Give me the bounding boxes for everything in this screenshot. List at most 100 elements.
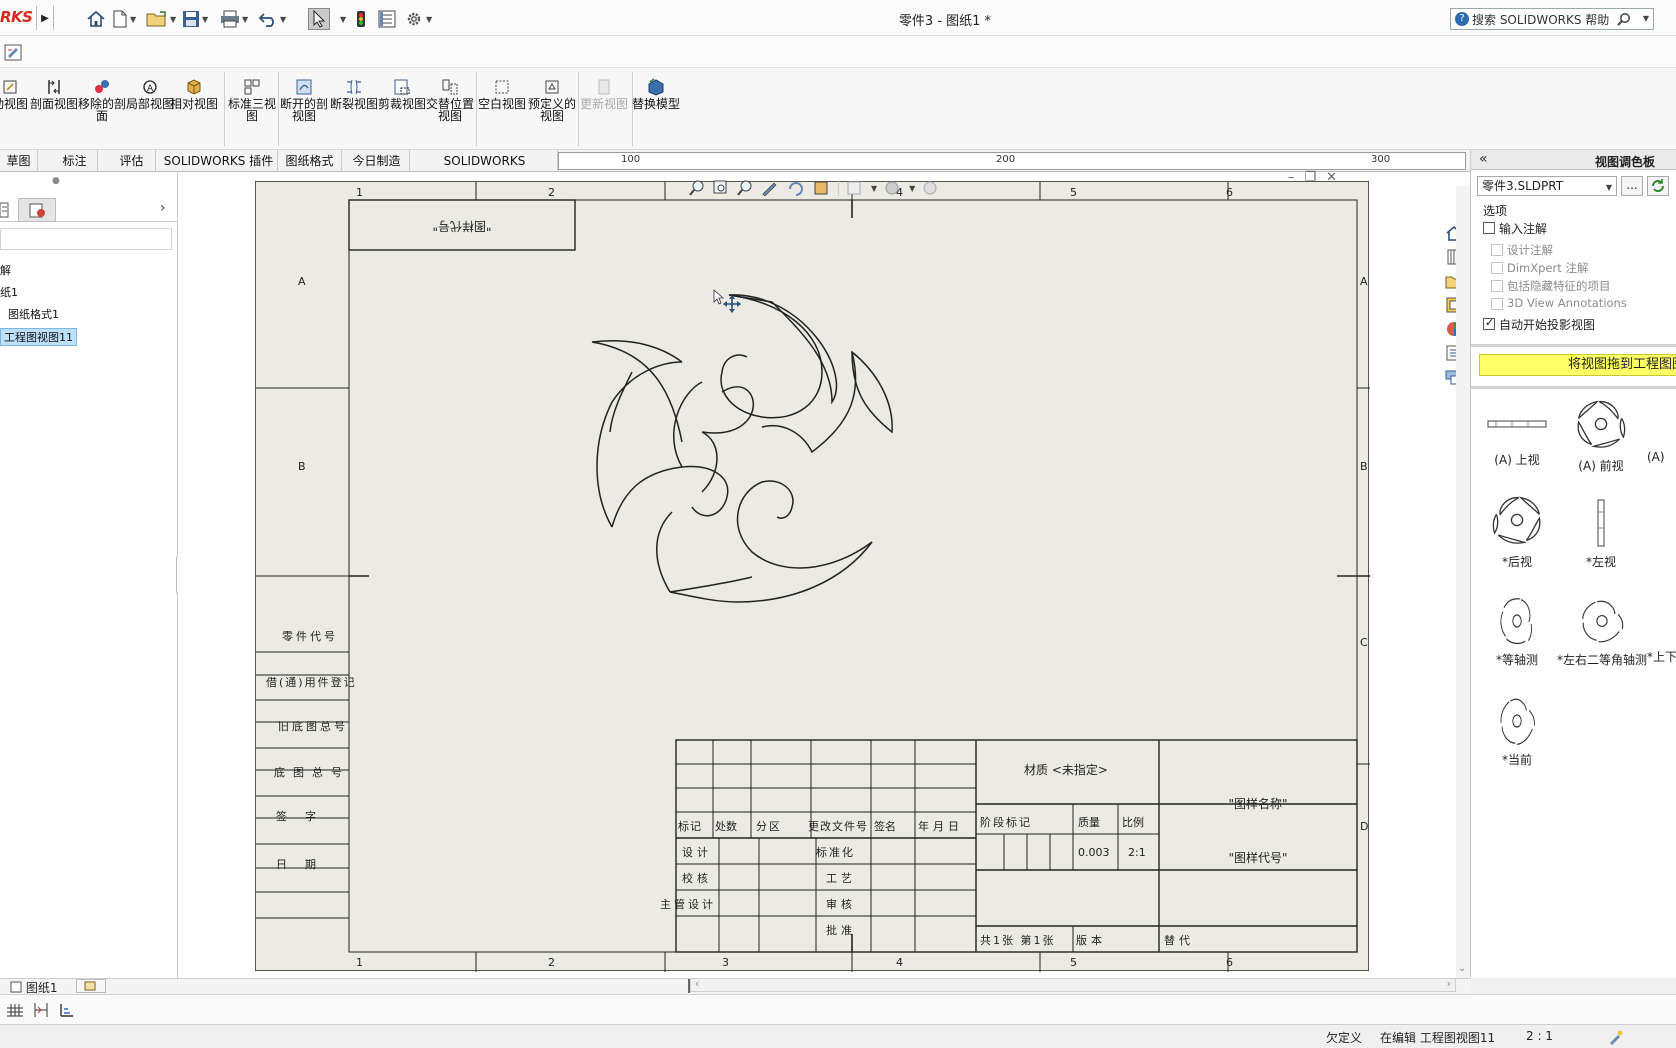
horizontal-scrollbar[interactable]: ‹ › (690, 977, 1456, 992)
vertical-scrollbar[interactable]: ⌄ (1456, 186, 1470, 978)
ruler-label: 100 (621, 154, 641, 165)
part-selector-dropdown[interactable]: 零件3.SLDPRT ▼ (1477, 176, 1617, 196)
view-thumb-label: *左右二等角轴测 (1557, 653, 1648, 667)
add-sheet-icon (84, 981, 96, 991)
graphics-area[interactable]: 1 2 4 5 6 1 2 3 4 5 6 A B A B C D "图样代号"… (178, 170, 1470, 978)
tab-sketch[interactable]: 草图 (0, 150, 38, 172)
chevron-down-icon[interactable]: ▼ (909, 184, 915, 193)
view-thumb-partial[interactable]: (A) (1647, 402, 1676, 464)
bottom-toolbar (0, 994, 1676, 1024)
dimetric-view-thumbnail (1582, 600, 1624, 643)
close-icon[interactable]: ✕ (1326, 170, 1337, 185)
view-thumb-back[interactable]: *后视 (1479, 496, 1555, 569)
design-annotations-checkbox (1491, 244, 1503, 256)
empty-view-icon (476, 78, 528, 96)
quick-tips-icon[interactable] (1608, 1029, 1624, 1045)
minimize-icon[interactable]: – (1288, 170, 1295, 185)
standard-three-view-icon (226, 78, 278, 96)
import-annotations-checkbox[interactable] (1483, 222, 1495, 234)
title-block-material: 材质 <未指定> (1024, 762, 1108, 777)
tree-item-sheet1[interactable]: 纸1 (0, 284, 18, 300)
ribbon-button-alternate-position-view[interactable]: 交替位置视图 (424, 78, 476, 122)
ribbon-button-replace-model[interactable]: 替换模型 (630, 78, 682, 110)
property-manager-tab[interactable] (18, 198, 56, 222)
scroll-left-icon[interactable]: ‹ (695, 977, 699, 990)
ribbon-button-predefined-view[interactable]: 预定义的视图 (526, 78, 578, 122)
ribbon-button-section-view[interactable]: 剖面视图 (28, 78, 80, 110)
sketch-edit-icon[interactable] (4, 42, 24, 65)
refresh-button[interactable] (1647, 176, 1669, 196)
ribbon-button-relative-view[interactable]: 相对视图 (168, 78, 220, 110)
3d-view-annotations-label: 3D View Annotations (1507, 296, 1627, 310)
view-thumb-dimetric[interactable]: *左右二等角轴测 (1557, 596, 1647, 667)
smart-dimension-icon[interactable] (32, 1001, 50, 1019)
ribbon-button-standard-three-view[interactable]: 标准三视图 (226, 78, 278, 122)
feature-tree-tab-icon[interactable] (0, 202, 10, 218)
zoom-to-fit-icon[interactable] (688, 179, 706, 197)
tree-item-annotations[interactable]: 解 (0, 262, 11, 278)
chevron-down-icon[interactable]: ▼ (1643, 14, 1649, 23)
break-view-icon (328, 78, 380, 96)
relations-icon[interactable] (58, 1001, 76, 1019)
heads-up-view-toolbar: ▼ ▼ (688, 178, 939, 198)
chevron-right-icon[interactable]: › (160, 200, 166, 216)
view-thumb-left[interactable]: *左视 (1563, 498, 1639, 569)
scene-icon[interactable] (921, 179, 939, 197)
view-thumb-isometric[interactable]: *等轴测 (1479, 596, 1555, 667)
tab-evaluate[interactable]: 评估 (108, 150, 156, 172)
view-thumb-trimetric[interactable]: *上下 (1647, 596, 1676, 664)
previous-view-icon[interactable] (736, 179, 754, 197)
col-label: 4 (896, 956, 903, 969)
view-palette-header: « 视图调色板 (1471, 150, 1676, 170)
collapse-panel-icon[interactable]: « (1479, 151, 1488, 167)
ribbon-button-removed-section[interactable]: 移除的剖面 (76, 78, 128, 122)
back-view-thumbnail (1492, 496, 1541, 544)
display-style-icon[interactable] (812, 179, 832, 197)
view-thumb-current[interactable]: *当前 (1479, 696, 1555, 767)
inner-frame (348, 199, 1358, 953)
scroll-right-icon[interactable]: › (1447, 977, 1451, 990)
row-label: C (1360, 636, 1368, 649)
auto-projection-checkbox[interactable] (1483, 316, 1495, 330)
tree-item-drawing-view11[interactable]: 工程图视图11 (0, 328, 77, 346)
panel-splitter[interactable] (1471, 344, 1676, 347)
add-sheet-button[interactable] (76, 979, 106, 993)
sketch-grid-icon[interactable] (6, 1002, 24, 1018)
ribbon-button-break-view[interactable]: 断裂视图 (328, 78, 380, 110)
ribbon-button-broken-out-section[interactable]: 断开的剖视图 (278, 78, 330, 122)
help-search-input[interactable]: ? 搜索 SOLIDWORKS 帮助 ▼ (1450, 8, 1654, 30)
chevron-down-icon[interactable]: ▼ (871, 184, 877, 193)
feature-tree-filter-input[interactable] (0, 228, 172, 250)
pane-splitter[interactable]: ● (52, 176, 60, 186)
scroll-down-icon[interactable]: ⌄ (1458, 963, 1466, 974)
hide-show-icon[interactable] (845, 179, 863, 197)
ribbon-button-empty-view[interactable]: 空白视图 (476, 78, 528, 110)
tab-annotation[interactable]: 标注 (52, 150, 98, 172)
sketch-pencil-icon[interactable] (760, 179, 780, 197)
tree-item-sheet-format1[interactable]: 图纸格式1 (8, 306, 59, 322)
refresh-icon (1652, 179, 1664, 192)
tab-solidworks-inspection[interactable]: SOLIDWORKS Inspection (412, 150, 558, 190)
drawing-sheet[interactable]: 1 2 4 5 6 1 2 3 4 5 6 A B A B C D "图样代号"… (255, 181, 1370, 972)
drag-views-hint: 将视图拖到工程图图纸 (1479, 354, 1676, 376)
rotate-view-icon[interactable] (786, 179, 806, 197)
tab-solidworks-addins[interactable]: SOLIDWORKS 插件 (160, 150, 278, 172)
restore-icon[interactable]: ❐ (1305, 170, 1317, 185)
appearance-icon[interactable] (883, 179, 901, 197)
title-block-role: 标准化 (816, 845, 855, 859)
browse-button[interactable]: ... (1621, 176, 1643, 196)
view-thumb-label: *等轴测 (1495, 653, 1538, 667)
panel-splitter[interactable] (1471, 386, 1676, 389)
col-label: 1 (356, 186, 363, 199)
zoom-to-area-icon[interactable] (712, 179, 730, 197)
search-icon[interactable] (1617, 12, 1631, 29)
sheet-scale[interactable]: 2 : 1 (1526, 1029, 1553, 1043)
view-thumb-front[interactable]: (A) 前视 (1563, 400, 1639, 473)
view-thumb-top[interactable]: (A) 上视 (1479, 402, 1555, 467)
tab-sheet-format[interactable]: 图纸格式 (278, 150, 342, 172)
tab-made-today[interactable]: 今日制造 (344, 150, 410, 172)
ribbon-button-crop-view[interactable]: 剪裁视图 (376, 78, 428, 110)
help-question-icon: ? (1455, 12, 1469, 26)
title-block-drawing-code: "图样代号" (1228, 850, 1287, 865)
top-view-thumbnail (1487, 420, 1547, 428)
